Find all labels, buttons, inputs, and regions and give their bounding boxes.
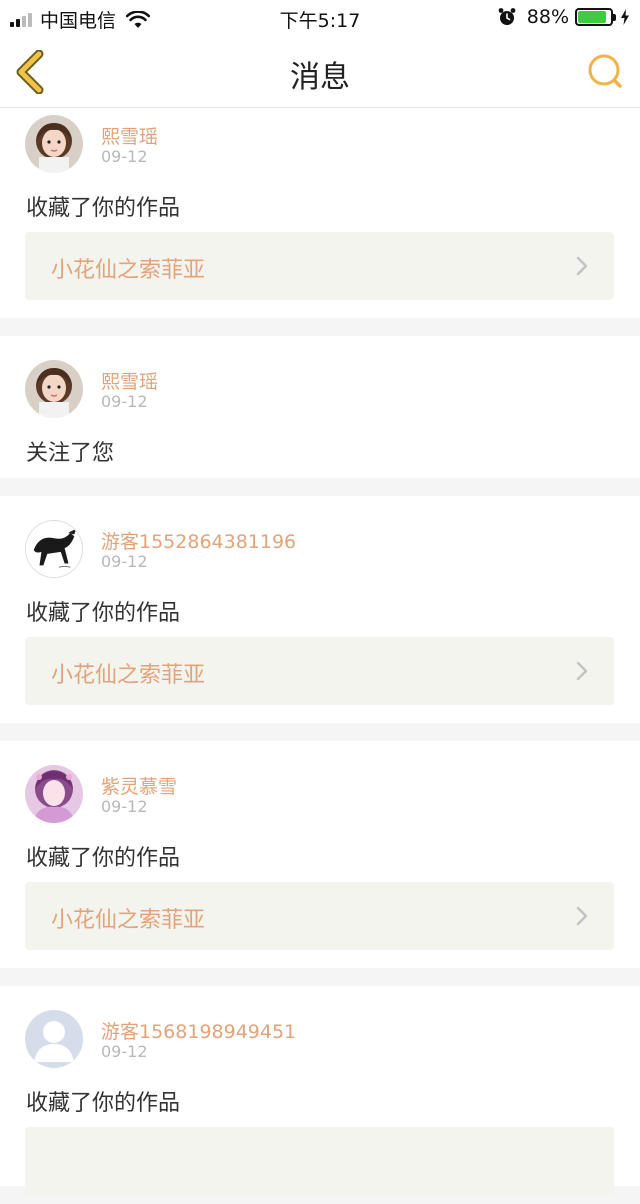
message-date: 09-12 <box>101 392 148 411</box>
message-date: 09-12 <box>101 552 148 571</box>
message-date: 09-12 <box>101 147 148 166</box>
page-title: 消息 <box>290 60 350 95</box>
sender-name[interactable]: 紫灵慕雪 <box>101 772 177 799</box>
work-title: 小花仙之索菲亚 <box>51 258 206 283</box>
chevron-right-icon <box>576 906 588 926</box>
sender-name[interactable]: 游客1568198949451 <box>101 1017 296 1044</box>
avatar[interactable] <box>25 520 83 578</box>
charging-icon <box>621 9 629 25</box>
sender-name[interactable]: 熙雪瑶 <box>101 122 158 149</box>
alarm-icon <box>498 8 516 25</box>
message-card: 熙雪瑶 09-12 收藏了你的作品 小花仙之索菲亚 <box>0 108 640 318</box>
message-card: 熙雪瑶 09-12 关注了您 <box>0 336 640 478</box>
action-text: 收藏了你的作品 <box>26 846 181 871</box>
chevron-right-icon <box>576 256 588 276</box>
work-link[interactable]: 小花仙之索菲亚 <box>25 882 614 950</box>
work-title: 小花仙之索菲亚 <box>51 663 206 688</box>
work-link[interactable]: 小花仙之索菲亚 <box>25 232 614 300</box>
avatar[interactable] <box>25 1010 83 1068</box>
sender-name[interactable]: 游客1552864381196 <box>101 527 296 554</box>
action-text: 收藏了你的作品 <box>26 196 181 221</box>
action-text: 收藏了你的作品 <box>26 1091 181 1116</box>
work-link[interactable]: 小花仙之索菲亚 <box>25 637 614 705</box>
status-bar: 中国电信 下午5:17 88% <box>0 0 640 36</box>
message-date: 09-12 <box>101 1042 148 1061</box>
battery-percent: 88% <box>526 6 569 28</box>
avatar[interactable] <box>25 765 83 823</box>
battery-icon <box>575 8 613 26</box>
avatar[interactable] <box>25 115 83 173</box>
action-text: 关注了您 <box>26 441 115 466</box>
chevron-right-icon <box>576 661 588 681</box>
work-title: 小花仙之索菲亚 <box>51 908 206 933</box>
message-date: 09-12 <box>101 797 148 816</box>
navigation-bar: 消息 <box>0 36 640 108</box>
message-card: 游客1552864381196 09-12 收藏了你的作品 小花仙之索菲亚 <box>0 496 640 723</box>
avatar[interactable] <box>25 360 83 418</box>
sender-name[interactable]: 熙雪瑶 <box>101 367 158 394</box>
message-card: 紫灵慕雪 09-12 收藏了你的作品 小花仙之索菲亚 <box>0 741 640 968</box>
action-text: 收藏了你的作品 <box>26 601 181 626</box>
message-card: 游客1568198949451 09-12 收藏了你的作品 <box>0 986 640 1195</box>
work-link[interactable] <box>25 1127 614 1195</box>
message-list: 熙雪瑶 09-12 收藏了你的作品 小花仙之索菲亚 熙雪瑶 09-12 关注了您 <box>0 108 640 1204</box>
search-icon[interactable] <box>586 52 626 92</box>
